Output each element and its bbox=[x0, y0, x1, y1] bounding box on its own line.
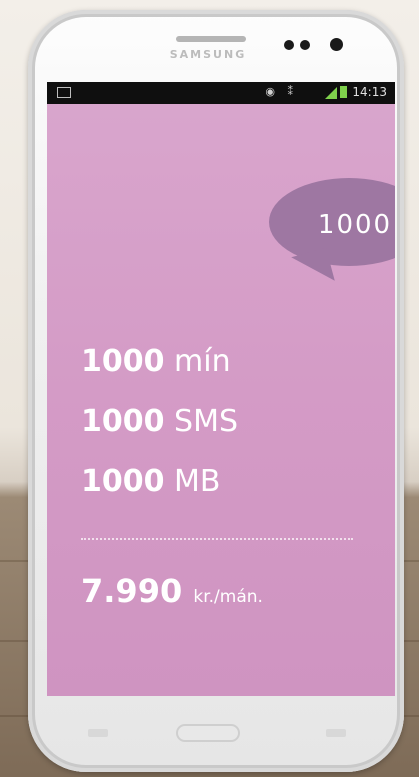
battery-icon bbox=[340, 86, 347, 98]
plan-line-sms: 1000 SMS bbox=[81, 404, 238, 439]
home-button[interactable] bbox=[176, 724, 240, 742]
price-unit: kr./mán. bbox=[193, 587, 263, 607]
status-bar: ◉ ⁑ 14:13 bbox=[47, 82, 395, 104]
brand-logo: SAMSUNG bbox=[169, 48, 247, 61]
sensor-icon bbox=[300, 40, 310, 50]
price-amount: 7.990 bbox=[81, 572, 183, 610]
plan-amount: 1000 bbox=[81, 344, 165, 379]
status-time: 14:13 bbox=[352, 85, 387, 99]
phone-screen: ◉ ⁑ 14:13 1000 1000 mín 1000 SMS 1000 MB… bbox=[47, 82, 395, 696]
plan-unit: SMS bbox=[174, 404, 239, 439]
plan-amount: 1000 bbox=[81, 464, 165, 499]
eye-icon: ◉ bbox=[265, 85, 275, 98]
plan-unit: mín bbox=[174, 344, 231, 379]
plan-line-minutes: 1000 mín bbox=[81, 344, 231, 379]
vibrate-icon: ⁑ bbox=[287, 85, 294, 98]
price: 7.990 kr./mán. bbox=[81, 572, 263, 610]
mail-icon bbox=[57, 87, 71, 98]
menu-key[interactable] bbox=[88, 729, 108, 737]
plan-amount: 1000 bbox=[81, 404, 165, 439]
earpiece-speaker bbox=[176, 36, 246, 42]
plan-unit: MB bbox=[174, 464, 221, 499]
back-key[interactable] bbox=[326, 729, 346, 737]
sensor-icon bbox=[284, 40, 294, 50]
signal-icon bbox=[325, 87, 337, 99]
bubble-badge-text: 1000 bbox=[317, 210, 393, 240]
front-camera-icon bbox=[330, 38, 343, 51]
dotted-divider bbox=[81, 538, 353, 540]
plan-line-data: 1000 MB bbox=[81, 464, 221, 499]
